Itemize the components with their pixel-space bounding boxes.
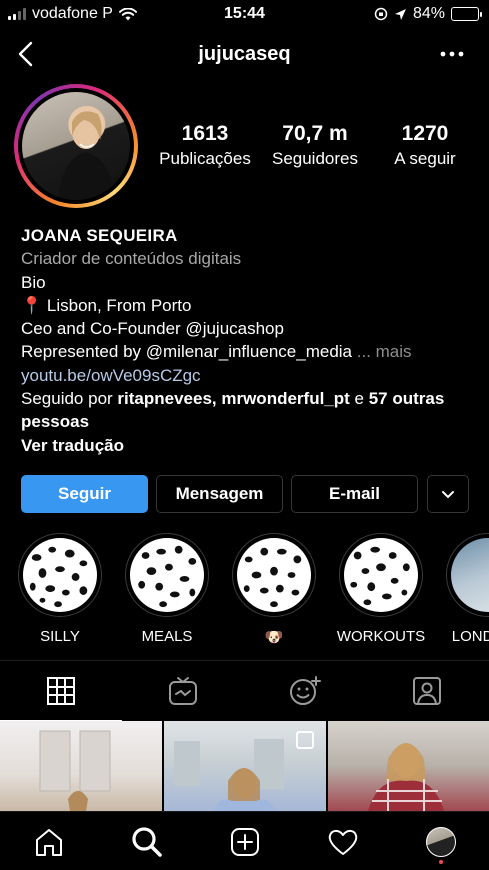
- stat-posts[interactable]: 1613 Publicações: [150, 122, 260, 169]
- add-post-icon: [231, 827, 259, 856]
- location-icon: [394, 8, 406, 20]
- posts-grid: [0, 721, 489, 811]
- tab-home[interactable]: [0, 812, 98, 870]
- tagged-person-icon: [413, 677, 441, 705]
- bio-location: 📍 Lisbon, From Porto: [21, 295, 192, 315]
- profile-bio: JOANA SEQUEIRA Criador de conteúdos digi…: [21, 224, 481, 457]
- tab-activity[interactable]: [294, 812, 392, 870]
- story-highlights: SILLY MEALS 🐶 WORKOUTS LOND: [0, 533, 489, 648]
- ellipsis-icon[interactable]: [439, 44, 465, 64]
- email-button[interactable]: E-mail: [291, 475, 418, 513]
- bio-line: Ceo and Co-Founder @jujucashop: [21, 319, 284, 339]
- stat-following[interactable]: 1270 A seguir: [370, 122, 480, 169]
- highlight-label: SILLY: [40, 628, 80, 645]
- highlight-label: MEALS: [141, 628, 193, 645]
- battery-percent: 84%: [412, 5, 445, 22]
- stat-label: Publicações: [159, 149, 251, 168]
- battery-icon: [451, 7, 482, 21]
- stat-label: Seguidores: [271, 149, 358, 168]
- followed-by-names: ritapnevees, mrwonderful_pt: [117, 389, 350, 409]
- orientation-lock-icon: [374, 7, 388, 21]
- stat-followers[interactable]: 70,7 m Seguidores: [260, 122, 370, 169]
- profile-full-name: JOANA SEQUEIRA: [21, 226, 178, 245]
- highlight-item[interactable]: MEALS: [121, 533, 213, 645]
- follow-button[interactable]: Seguir: [21, 475, 148, 513]
- home-icon: [36, 828, 62, 856]
- highlight-item[interactable]: WORKOUTS: [335, 533, 427, 645]
- highlight-ring: [446, 533, 489, 617]
- tab-posts[interactable]: [0, 661, 122, 721]
- tab-new-post[interactable]: [196, 812, 294, 870]
- stat-value: 1270: [401, 122, 449, 145]
- avatar: [22, 92, 130, 200]
- highlight-ring: [339, 533, 423, 617]
- avatar-portrait: [58, 111, 116, 200]
- multi-photo-icon: [296, 731, 314, 749]
- followed-by[interactable]: Seguido por ritapnevees, mrwonderful_pt …: [21, 387, 481, 434]
- dalmatian-cover: [344, 538, 418, 612]
- search-icon: [132, 826, 162, 857]
- status-bar: vodafone P 15:44 84%: [0, 0, 489, 30]
- bio-represented: Represented by @milenar_influence_media …: [21, 340, 481, 363]
- followed-by-and: e: [349, 389, 369, 409]
- highlight-ring: [232, 533, 316, 617]
- story-ring[interactable]: [14, 84, 138, 208]
- profile-content-tabs: [0, 660, 489, 721]
- grid-icon: [47, 676, 75, 705]
- tab-tagged[interactable]: [366, 661, 488, 721]
- notification-dot: [439, 860, 443, 864]
- tab-profile[interactable]: [392, 812, 489, 870]
- avatar-border: [18, 88, 134, 204]
- chevron-down-icon: [442, 490, 454, 498]
- highlight-item[interactable]: LONDRES: [442, 533, 489, 645]
- profile-username: jujucaseq: [198, 43, 291, 65]
- bio-more-link[interactable]: ... mais: [357, 342, 412, 361]
- dalmatian-cover: [23, 538, 97, 612]
- tab-search[interactable]: [98, 812, 196, 870]
- highlight-item[interactable]: 🐶: [228, 533, 320, 646]
- tab-igtv[interactable]: [122, 661, 244, 721]
- bio-line: Represented by @milenar_influence_media: [21, 342, 353, 362]
- stat-value: 1613: [181, 122, 229, 145]
- stat-value: 70,7 m: [282, 122, 348, 145]
- highlight-label: 🐶: [264, 629, 284, 646]
- stat-label: A seguir: [394, 149, 456, 168]
- profile-avatar-icon: [426, 826, 456, 857]
- suggested-dropdown-button[interactable]: [427, 475, 469, 513]
- bio-website-link[interactable]: youtu.be/owVe09sCZgc: [21, 364, 481, 387]
- post-thumbnail[interactable]: [0, 721, 162, 811]
- heart-icon: [328, 829, 358, 855]
- tab-reels-effects[interactable]: [244, 661, 366, 721]
- dalmatian-cover: [237, 538, 311, 612]
- highlight-label: WORKOUTS: [336, 628, 426, 645]
- highlight-ring: [18, 533, 102, 617]
- igtv-icon: [169, 677, 197, 705]
- post-thumbnail[interactable]: [164, 721, 326, 811]
- followed-by-prefix: Seguido por: [21, 389, 118, 409]
- translate-link[interactable]: Ver tradução: [21, 434, 481, 457]
- profile-nav-bar: jujucaseq: [0, 32, 489, 76]
- post-image: [39, 730, 111, 811]
- smiley-sparkle-icon: [290, 676, 321, 705]
- status-right: 84%: [374, 5, 482, 23]
- message-button[interactable]: Mensagem: [156, 475, 283, 513]
- profile-stats: 1613 Publicações 70,7 m Seguidores 1270 …: [150, 122, 480, 169]
- post-thumbnail[interactable]: [328, 721, 489, 811]
- dalmatian-cover: [130, 538, 204, 612]
- bio-line: Bio: [21, 272, 46, 292]
- highlight-label: LONDRES: [451, 628, 489, 645]
- profile-category: Criador de conteúdos digitais: [21, 249, 242, 269]
- london-cover: [451, 538, 489, 612]
- highlight-item[interactable]: SILLY: [14, 533, 106, 645]
- profile-actions: Seguir Mensagem E-mail: [21, 475, 469, 513]
- highlight-ring: [125, 533, 209, 617]
- post-image: [368, 743, 444, 811]
- bottom-tab-bar: [0, 811, 489, 870]
